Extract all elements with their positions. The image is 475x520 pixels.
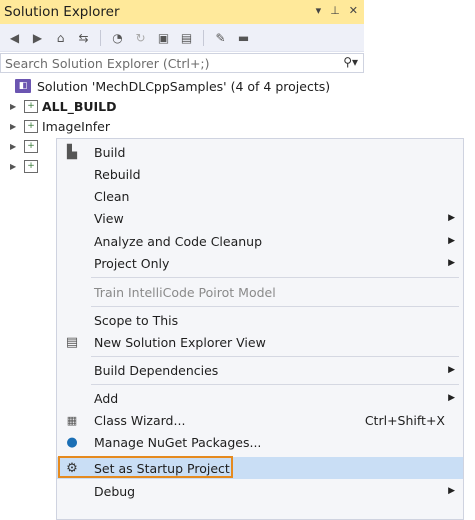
project-icon: +	[24, 139, 38, 153]
menu-item-scope-to-this[interactable]: Scope to This	[57, 309, 463, 331]
solution-label: Solution 'MechDLCppSamples' (4 of 4 proj…	[37, 78, 331, 94]
tree-item-label: ImageInfer	[42, 118, 110, 134]
toolbar-separator	[203, 29, 204, 46]
menu-item-label: Build	[94, 144, 126, 160]
project-icon: +	[24, 159, 38, 173]
properties-icon[interactable]: ✎	[212, 29, 229, 46]
history-icon[interactable]: ◔	[109, 29, 126, 46]
menu-item-label: Clean	[94, 188, 130, 204]
menu-item-label: Class Wizard...	[94, 412, 186, 428]
menu-item-label: Add	[94, 390, 119, 406]
class-wizard-icon: ▦	[66, 413, 78, 427]
menu-separator	[91, 277, 459, 278]
menu-item-train-intellicode: Train IntelliCode Poirot Model	[57, 281, 463, 303]
menu-item-label: Rebuild	[94, 166, 141, 182]
refresh-icon[interactable]: ↻	[132, 29, 149, 46]
menu-item-label: Set as Startup Project	[94, 460, 230, 476]
menu-item-label: Project Only	[94, 255, 170, 271]
pin-icon[interactable]: ⊥	[330, 4, 340, 17]
tree-item[interactable]: ▶ + ALL_BUILD	[0, 96, 364, 116]
submenu-arrow-icon: ▶	[448, 213, 455, 223]
menu-item-debug[interactable]: Debug ▶	[57, 480, 463, 502]
menu-item-build[interactable]: ▙ Build	[57, 141, 463, 163]
menu-item-clean[interactable]: Clean	[57, 185, 463, 207]
menu-item-label: Train IntelliCode Poirot Model	[94, 284, 276, 300]
menu-item-label: Build Dependencies	[94, 362, 219, 378]
collapse-icon[interactable]: ▣	[155, 29, 172, 46]
menu-item-view[interactable]: View ▶	[57, 207, 463, 229]
submenu-arrow-icon: ▶	[448, 365, 455, 375]
home-icon[interactable]: ⌂	[52, 29, 69, 46]
close-icon[interactable]: ✕	[349, 4, 358, 17]
expand-icon[interactable]: ▶	[10, 162, 16, 171]
menu-item-build-dependencies[interactable]: Build Dependencies ▶	[57, 359, 463, 381]
submenu-arrow-icon: ▶	[448, 258, 455, 268]
tree-solution-row[interactable]: ◧ Solution 'MechDLCppSamples' (4 of 4 pr…	[0, 76, 364, 96]
submenu-arrow-icon: ▶	[448, 486, 455, 496]
preview-icon[interactable]: ▬	[235, 29, 252, 46]
tree-item-label: ALL_BUILD	[42, 98, 117, 114]
submenu-arrow-icon: ▶	[448, 393, 455, 403]
search-box[interactable]: Search Solution Explorer (Ctrl+;) ⚲▾	[0, 53, 364, 73]
back-icon[interactable]: ◀	[6, 29, 23, 46]
new-view-icon: ▤	[65, 334, 79, 350]
solution-explorer-toolbar: ◀ ▶ ⌂ ⇆ ◔ ↻ ▣ ▤ ✎ ▬	[0, 24, 364, 52]
gear-icon: ⚙	[66, 460, 78, 476]
dropdown-icon[interactable]: ▾	[316, 4, 322, 17]
tree-item[interactable]: ▶ + ImageInfer	[0, 116, 364, 136]
show-all-icon[interactable]: ▤	[178, 29, 195, 46]
toolbar-separator	[100, 29, 101, 46]
build-icon: ▙	[67, 144, 77, 160]
menu-separator	[91, 306, 459, 307]
menu-item-class-wizard[interactable]: ▦ Class Wizard... Ctrl+Shift+X	[57, 409, 463, 431]
menu-item-label: Manage NuGet Packages...	[94, 434, 262, 450]
menu-item-label: Debug	[94, 483, 136, 499]
expand-icon[interactable]: ▶	[10, 102, 16, 111]
expand-icon[interactable]: ▶	[10, 122, 16, 131]
panel-title-bar: Solution Explorer ▾ ⊥ ✕	[0, 0, 364, 24]
menu-item-set-startup-project[interactable]: ⚙ Set as Startup Project	[57, 456, 463, 479]
menu-item-manage-nuget[interactable]: ● Manage NuGet Packages...	[57, 431, 463, 453]
menu-separator	[91, 356, 459, 357]
search-icon[interactable]: ⚲▾	[343, 55, 358, 69]
menu-item-label: New Solution Explorer View	[94, 334, 266, 350]
menu-item-analyze[interactable]: Analyze and Code Cleanup ▶	[57, 230, 463, 252]
nuget-icon: ●	[66, 434, 78, 450]
menu-item-rebuild[interactable]: Rebuild	[57, 163, 463, 185]
menu-item-project-only[interactable]: Project Only ▶	[57, 252, 463, 274]
menu-separator	[91, 384, 459, 385]
expand-icon[interactable]: ▶	[10, 142, 16, 151]
panel-title: Solution Explorer	[4, 4, 120, 20]
menu-item-label: View	[94, 210, 124, 226]
forward-icon[interactable]: ▶	[29, 29, 46, 46]
submenu-arrow-icon: ▶	[448, 236, 455, 246]
menu-item-label: Scope to This	[94, 312, 179, 328]
menu-item-label: Analyze and Code Cleanup	[94, 233, 263, 249]
menu-item-new-solution-view[interactable]: ▤ New Solution Explorer View	[57, 331, 463, 353]
context-menu: ▙ Build Rebuild Clean View ▶ Analyze and…	[56, 138, 464, 520]
solution-icon: ◧	[15, 79, 31, 93]
project-icon: +	[24, 119, 38, 133]
menu-item-add[interactable]: Add ▶	[57, 387, 463, 409]
sync-icon[interactable]: ⇆	[75, 29, 92, 46]
menu-item-shortcut: Ctrl+Shift+X	[364, 412, 445, 428]
search-input[interactable]: Search Solution Explorer (Ctrl+;)	[5, 56, 210, 71]
project-icon: +	[24, 99, 38, 113]
